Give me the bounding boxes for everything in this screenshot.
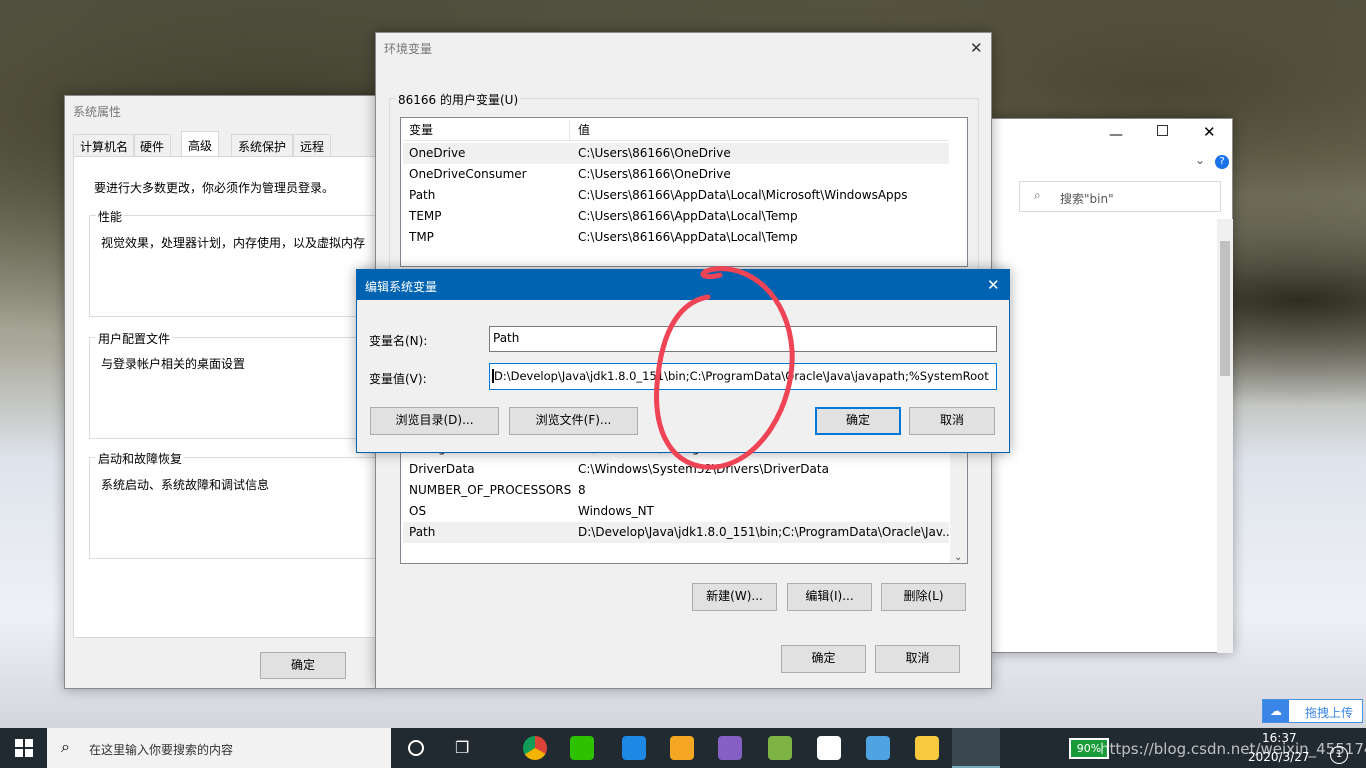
watermark: https://blog.csdn.net/weixin_45517410 [1100, 740, 1366, 758]
scrollbar[interactable]: ⌄ [950, 434, 967, 563]
table-row[interactable]: Path C:\Users\86166\AppData\Local\Microso… [403, 185, 949, 206]
variable-name: Path [409, 525, 436, 539]
performance-label: 性能 [96, 208, 125, 225]
cancel-button[interactable]: 取消 [875, 645, 960, 673]
task-view-icon[interactable]: ❐ [455, 738, 469, 757]
ok-button[interactable]: 确定 [260, 652, 346, 679]
table-row[interactable]: OneDrive C:\Users\86166\OneDrive [403, 143, 949, 164]
search-icon: ⌕ [61, 737, 70, 756]
chevron-down-icon[interactable]: ⌄ [954, 552, 962, 563]
variable-value: 8 [578, 483, 586, 497]
notification-icon[interactable]: 1 [1330, 746, 1348, 764]
visual-studio-icon[interactable] [718, 736, 742, 760]
app-icon[interactable] [670, 736, 694, 760]
app-icon[interactable] [622, 736, 646, 760]
window-title: 系统属性 [73, 105, 122, 119]
browse-file-button[interactable]: 浏览文件(F)... [509, 407, 638, 435]
performance-desc: 视觉效果，处理器计划，内存使用，以及虚拟内存 [101, 236, 366, 250]
taskbar: ⌕ 在这里输入你要搜索的内容 ❐ 90% https://blog.csdn.n… [0, 728, 1366, 768]
ok-button[interactable]: 确定 [781, 645, 866, 673]
new-button[interactable]: 新建(W)... [692, 583, 777, 611]
wechat-icon[interactable] [570, 736, 594, 760]
variable-name: OneDrive [409, 146, 466, 160]
column-header-value[interactable]: 值 [578, 120, 590, 141]
clock-date[interactable]: 2020/3/27 [1248, 750, 1310, 764]
active-app-highlight[interactable] [952, 728, 1000, 768]
chevron-down-icon[interactable]: ⌄ [1195, 153, 1205, 167]
system-properties-window: 系统属性 计算机名 硬件 高级 系统保护 远程 要进行大多数更改，你必须作为管理… [64, 95, 389, 689]
user-vars-list[interactable]: 变量值 OneDrive C:\Users\86166\OneDrive OneDr… [400, 117, 968, 267]
baidu-netdisk-icon[interactable] [817, 736, 841, 760]
file-explorer-window: — ✕ ⌄ ? ⌕ 搜索"bin" [990, 118, 1233, 653]
cloud-icon: ☁ [1263, 700, 1289, 722]
admin-note: 要进行大多数更改，你必须作为管理员登录。 [94, 181, 335, 195]
column-header-variable[interactable]: 变量 [409, 120, 433, 141]
upload-widget[interactable]: ☁ 拖拽上传 [1262, 699, 1363, 723]
help-icon[interactable]: ? [1215, 155, 1229, 169]
variable-name-label: 变量名(N): [369, 334, 428, 348]
variable-value: C:\Users\86166\OneDrive [578, 146, 731, 160]
search-placeholder: 在这里输入你要搜索的内容 [89, 743, 234, 757]
cancel-button[interactable]: 取消 [909, 407, 995, 435]
variable-value: D:\Develop\Java\jdk1.8.0_151\bin;C:\Prog… [578, 525, 954, 539]
minimize-icon[interactable]: — [1109, 127, 1123, 143]
user-vars-label: 86166 的用户变量(U) [396, 91, 521, 108]
file-explorer-icon[interactable] [915, 736, 939, 760]
variable-value: Windows_NT [578, 504, 654, 518]
window-title: 环境变量 [384, 42, 433, 56]
variable-name: TMP [409, 230, 434, 244]
variable-value: C:\Users\86166\AppData\Local\Temp [578, 209, 798, 223]
edit-button[interactable]: 编辑(I)... [787, 583, 872, 611]
close-icon[interactable]: ✕ [970, 39, 983, 57]
variable-name: TEMP [409, 209, 442, 223]
search-placeholder: 搜索"bin" [1060, 192, 1114, 206]
table-row[interactable]: OS Windows_NT [403, 501, 949, 522]
dialog-title: 编辑系统变量 [365, 280, 438, 294]
variable-name: DriverData [409, 462, 475, 476]
cortana-icon[interactable] [408, 740, 424, 756]
variable-value-label: 变量值(V): [369, 372, 427, 386]
notepad-icon[interactable] [768, 736, 792, 760]
chrome-icon[interactable] [523, 736, 547, 760]
clock-time[interactable]: 16:37 [1262, 731, 1297, 745]
app-icon[interactable] [866, 736, 890, 760]
variable-name: OneDriveConsumer [409, 167, 527, 181]
ok-button[interactable]: 确定 [815, 407, 901, 435]
profile-desc: 与登录帐户相关的桌面设置 [101, 357, 246, 371]
search-input[interactable]: ⌕ 搜索"bin" [1019, 181, 1221, 212]
variable-value: C:\Users\86166\OneDrive [578, 167, 731, 181]
maximize-icon[interactable] [1157, 125, 1168, 136]
delete-button[interactable]: 删除(L) [881, 583, 966, 611]
close-icon[interactable]: ✕ [987, 276, 1000, 294]
variable-value: C:\Users\86166\AppData\Local\Microsoft\W… [578, 188, 908, 202]
table-row[interactable]: OneDriveConsumer C:\Users\86166\OneDrive [403, 164, 949, 185]
variable-name: NUMBER_OF_PROCESSORS [409, 483, 572, 497]
browse-directory-button[interactable]: 浏览目录(D)... [370, 407, 499, 435]
red-circle-annotation [654, 266, 795, 470]
variable-name: Path [409, 188, 436, 202]
taskbar-search-input[interactable]: ⌕ 在这里输入你要搜索的内容 [47, 728, 391, 768]
upload-label: 拖拽上传 [1305, 706, 1354, 720]
search-icon: ⌕ [1034, 188, 1041, 202]
tab-advanced[interactable]: 高级 [181, 131, 220, 159]
table-row[interactable]: TMP C:\Users\86166\AppData\Local\Temp [403, 227, 949, 248]
variable-value: C:\Users\86166\AppData\Local\Temp [578, 230, 798, 244]
variable-name: OS [409, 504, 427, 518]
startup-desc: 系统启动、系统故障和调试信息 [101, 478, 270, 492]
scrollbar[interactable] [1217, 219, 1233, 653]
profile-label: 用户配置文件 [96, 330, 173, 347]
table-row[interactable]: TEMP C:\Users\86166\AppData\Local\Temp [403, 206, 949, 227]
variable-name-value: Path [493, 331, 520, 345]
windows-start-icon[interactable] [15, 739, 33, 757]
startup-label: 启动和故障恢复 [96, 450, 185, 467]
close-icon[interactable]: ✕ [1203, 123, 1216, 141]
table-row[interactable]: Path D:\Develop\Java\jdk1.8.0_151\bin;C:\… [403, 522, 954, 543]
